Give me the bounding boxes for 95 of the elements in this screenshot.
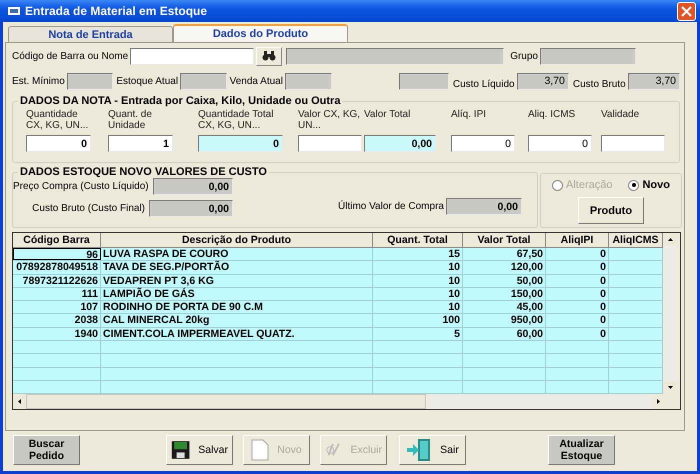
group-title: DADOS ESTOQUE NOVO VALORES DE CUSTO	[19, 166, 268, 178]
column-header[interactable]: AliqIPI	[546, 233, 609, 247]
table-cell: 15	[373, 248, 463, 260]
readonly-field	[66, 72, 114, 90]
tab[interactable]: Dados do Produto	[173, 24, 348, 42]
readonly-field: 0,00	[152, 178, 233, 195]
table-cell: 5	[373, 328, 463, 340]
field-label: Estoque Atual	[116, 76, 180, 86]
column-header[interactable]: Valor Total	[463, 233, 546, 247]
input-field[interactable]	[601, 135, 665, 152]
table-cell: 10	[373, 261, 463, 274]
close-button[interactable]	[677, 2, 696, 20]
table-cell: 111	[13, 288, 101, 300]
table-cell: 150,00	[463, 288, 546, 300]
table-cell: 0	[546, 328, 609, 340]
window-title: Entrada de Material em Estoque	[25, 4, 208, 18]
input-field[interactable]: 1	[108, 135, 173, 152]
table-cell: 10	[373, 301, 463, 314]
readonly-field: 3,70	[516, 72, 569, 90]
field-label: Aliq. ICMS	[528, 108, 576, 122]
toolbar-button[interactable]: Atualizar Estoque	[548, 435, 615, 465]
field-label: Código de Barra ou Nome	[12, 50, 130, 62]
readonly-field: 3,70	[628, 72, 680, 90]
binoculars-icon	[262, 51, 276, 61]
field-label: Valor Total	[364, 108, 412, 122]
table-cell: LUVA RASPA DE COURO	[101, 248, 373, 260]
readonly-field	[398, 72, 449, 90]
group-title: DADOS DA NOTA - Entrada por Caixa, Kilo, Unidade ou Outra	[19, 95, 342, 107]
table-cell: 120,00	[463, 261, 546, 274]
vertical-scrollbar[interactable]	[663, 233, 678, 394]
table-cell: 107	[13, 301, 101, 314]
table-cell: 0	[546, 261, 609, 274]
table-cell: RODINHO DE PORTA DE 90 C.M	[101, 301, 373, 314]
field-label: Custo Bruto	[572, 79, 627, 90]
readonly-field	[180, 72, 227, 90]
table-cell: 0	[546, 301, 609, 314]
input-field[interactable]: 0	[528, 135, 592, 152]
close-icon	[681, 6, 692, 16]
input-field[interactable]: 0	[26, 135, 91, 152]
field-label: Validade	[601, 108, 640, 122]
readonly-field: 0,00	[149, 200, 233, 217]
column-header[interactable]: Descrição do Produto	[101, 233, 373, 247]
table-cell: 10	[373, 288, 463, 300]
field-label: Valor CX, KG, UN...	[298, 108, 362, 133]
table-cell: 67,50	[463, 248, 546, 260]
table-cell: 7897321122626	[13, 274, 101, 287]
table-cell: LAMPIÃO DE GÁS	[101, 288, 373, 300]
table-cell: CIMENT.COLA IMPERMEAVEL QUATZ.	[101, 328, 373, 340]
column-header[interactable]: Código Barra	[13, 233, 101, 247]
table-cell: 45,00	[463, 301, 546, 314]
page-icon	[251, 439, 270, 461]
table-cell: 50,00	[463, 274, 546, 287]
input-field[interactable]: 0,00	[364, 135, 436, 152]
table-cell: 100	[373, 314, 463, 327]
readonly-field	[284, 72, 332, 90]
input-field[interactable]: 0	[451, 135, 515, 152]
table-cell: TAVA DE SEG.P/PORTÃO	[101, 261, 373, 274]
product-button[interactable]: Produto	[578, 197, 644, 224]
radio-button[interactable]: Novo	[628, 179, 670, 191]
search-field[interactable]	[130, 48, 254, 64]
table-cell: 0	[546, 274, 609, 287]
tab[interactable]: Nota de Entrada	[8, 26, 173, 42]
window-icon	[8, 6, 20, 16]
table-cell: 0	[546, 248, 609, 260]
table-cell: 950,00	[463, 314, 546, 327]
table-cell: 0	[546, 314, 609, 327]
input-field[interactable]: 0	[198, 135, 283, 152]
table-cell: VEDAPREN PT 3,6 KG	[101, 274, 373, 287]
table-cell: 1940	[13, 328, 101, 340]
search-button[interactable]	[256, 46, 282, 66]
field-label: Custo Líquido	[452, 79, 516, 90]
field-label: Quant. de Unidade	[108, 108, 153, 133]
field-label: Grupo	[510, 50, 539, 62]
toolbar-button[interactable]: Sair	[399, 435, 466, 465]
table-cell: CAL MINERCAL 20kg	[101, 314, 373, 327]
field-label: Custo Bruto (Custo Final)	[32, 203, 146, 214]
field-label: Quantidade CX, KG, UN...	[26, 108, 90, 133]
field-label: Preço Compra (Custo Líquido)	[13, 181, 150, 192]
exit-door-icon	[406, 438, 432, 462]
field-label: Est. Mínimo	[12, 76, 66, 86]
toolbar-button[interactable]: Buscar Pedido	[13, 435, 80, 465]
field-label: Último Valor de Compra	[338, 201, 445, 212]
table-cell: 07892878049518	[13, 261, 101, 274]
table-cell: 0	[546, 288, 609, 300]
column-header[interactable]: Quant. Total	[373, 233, 463, 247]
toolbar-button[interactable]: Salvar	[166, 435, 233, 465]
table-cell: 60,00	[463, 328, 546, 340]
table-cell: 2038	[13, 314, 101, 327]
field-label: Venda Atual	[230, 76, 284, 86]
input-field[interactable]	[298, 135, 362, 152]
field-label: Alíq. IPI	[451, 108, 488, 122]
table-cell: 96	[13, 248, 101, 260]
table-cell: 10	[373, 274, 463, 287]
field-label: Quantidade Total CX, KG, UN...	[198, 108, 274, 133]
readonly-field: 0,00	[446, 198, 522, 215]
